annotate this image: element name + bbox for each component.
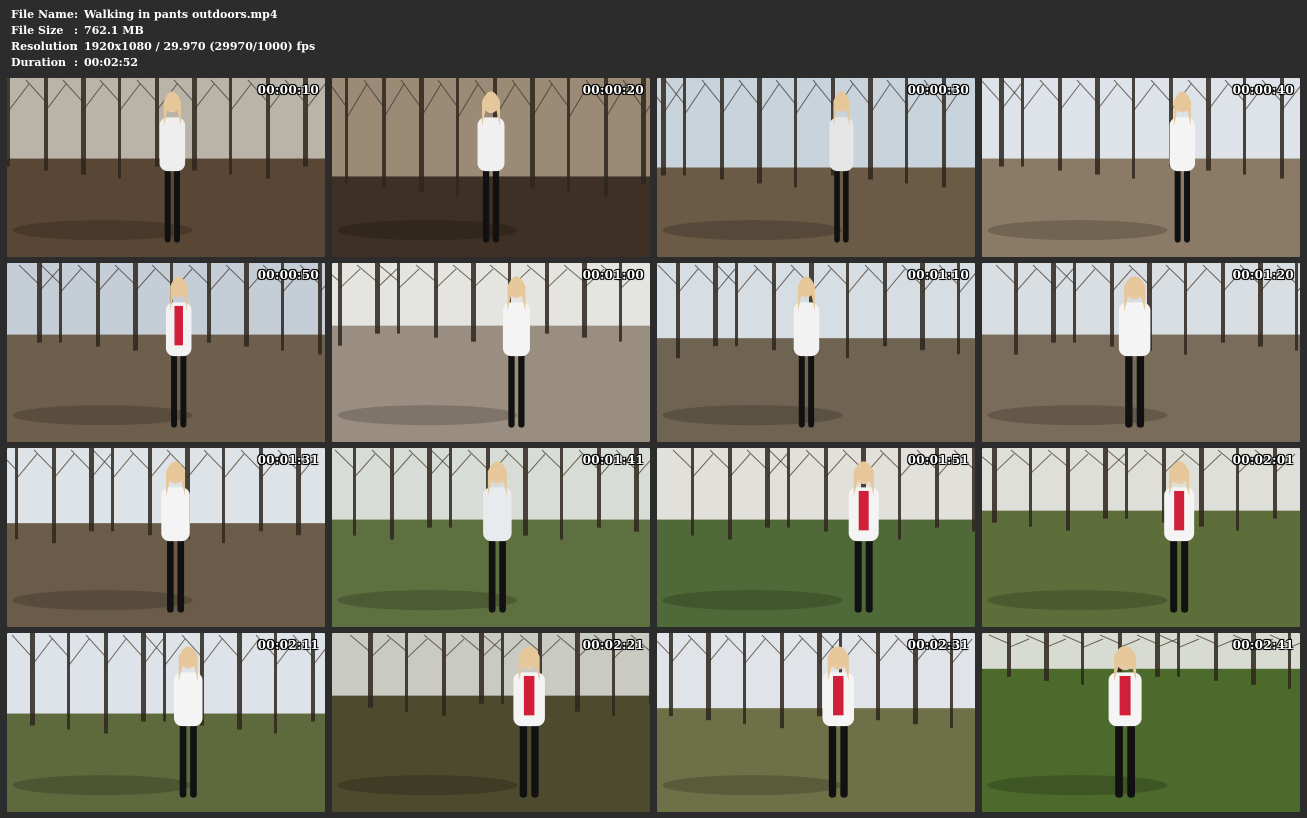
file-size-row: File Size : 762.1 MB — [11, 23, 315, 39]
thumbnail-frame — [657, 263, 975, 442]
timestamp-label: 00:00:30 — [907, 83, 969, 97]
thumbnail-frame — [7, 633, 325, 812]
thumbnail-frame — [332, 448, 650, 627]
thumbnail: 00:02:01 — [982, 448, 1300, 627]
timestamp-label: 00:01:20 — [1232, 268, 1294, 282]
thumbnail: 00:01:51 — [657, 448, 975, 627]
file-name-value: Walking in pants outdoors.mp4 — [84, 8, 278, 21]
file-name-label: File Name — [11, 8, 74, 21]
thumbnail-frame — [7, 448, 325, 627]
thumbnail: 00:00:30 — [657, 78, 975, 257]
separator: : — [74, 56, 79, 69]
thumbnail: 00:00:40 — [982, 78, 1300, 257]
thumbnail-grid: 00:00:10 00:00:20 00:00:30 00:00:40 00:00:50… — [7, 78, 1300, 812]
timestamp-label: 00:02:21 — [582, 638, 644, 652]
thumbnail-frame — [982, 633, 1300, 812]
timestamp-label: 00:01:51 — [907, 453, 969, 467]
thumbnail: 00:02:21 — [332, 633, 650, 812]
thumbnail: 00:01:41 — [332, 448, 650, 627]
thumbnail-frame — [657, 78, 975, 257]
timestamp-label: 00:00:20 — [582, 83, 644, 97]
timestamp-label: 00:02:31 — [907, 638, 969, 652]
file-size-label: File Size — [11, 24, 64, 37]
timestamp-label: 00:00:40 — [1232, 83, 1294, 97]
thumbnail-frame — [657, 448, 975, 627]
thumbnail-frame — [7, 78, 325, 257]
thumbnail: 00:02:41 — [982, 633, 1300, 812]
thumbnail-frame — [657, 633, 975, 812]
thumbnail: 00:00:20 — [332, 78, 650, 257]
thumbnail-frame — [332, 263, 650, 442]
resolution-label: Resolution — [11, 40, 78, 53]
timestamp-label: 00:02:11 — [257, 638, 319, 652]
separator: : — [74, 24, 79, 37]
separator: : — [74, 8, 79, 21]
thumbnail: 00:01:31 — [7, 448, 325, 627]
thumbnail-frame — [982, 263, 1300, 442]
file-info-header: File Name : Walking in pants outdoors.mp… — [11, 7, 315, 71]
duration-label: Duration — [11, 56, 67, 69]
duration-row: Duration : 00:02:52 — [11, 55, 315, 71]
timestamp-label: 00:00:10 — [257, 83, 319, 97]
duration-value: 00:02:52 — [84, 56, 139, 69]
timestamp-label: 00:02:01 — [1232, 453, 1294, 467]
thumbnail-frame — [332, 78, 650, 257]
thumbnail: 00:01:10 — [657, 263, 975, 442]
thumbnail-frame — [982, 448, 1300, 627]
timestamp-label: 00:01:00 — [582, 268, 644, 282]
thumbnail: 00:02:31 — [657, 633, 975, 812]
thumbnail: 00:01:00 — [332, 263, 650, 442]
thumbnail: 00:00:10 — [7, 78, 325, 257]
resolution-row: Resolution : 1920x1080 / 29.970 (29970/1… — [11, 39, 315, 55]
separator: : — [74, 40, 79, 53]
file-name-row: File Name : Walking in pants outdoors.mp… — [11, 7, 315, 23]
thumbnail-frame — [7, 263, 325, 442]
thumbnail-frame — [982, 78, 1300, 257]
thumbnail: 00:00:50 — [7, 263, 325, 442]
thumbnail-frame — [332, 633, 650, 812]
resolution-value: 1920x1080 / 29.970 (29970/1000) fps — [84, 40, 316, 53]
timestamp-label: 00:02:41 — [1232, 638, 1294, 652]
timestamp-label: 00:01:31 — [257, 453, 319, 467]
thumbnail: 00:01:20 — [982, 263, 1300, 442]
thumbnail: 00:02:11 — [7, 633, 325, 812]
timestamp-label: 00:00:50 — [257, 268, 319, 282]
timestamp-label: 00:01:41 — [582, 453, 644, 467]
file-size-value: 762.1 MB — [84, 24, 144, 37]
timestamp-label: 00:01:10 — [907, 268, 969, 282]
